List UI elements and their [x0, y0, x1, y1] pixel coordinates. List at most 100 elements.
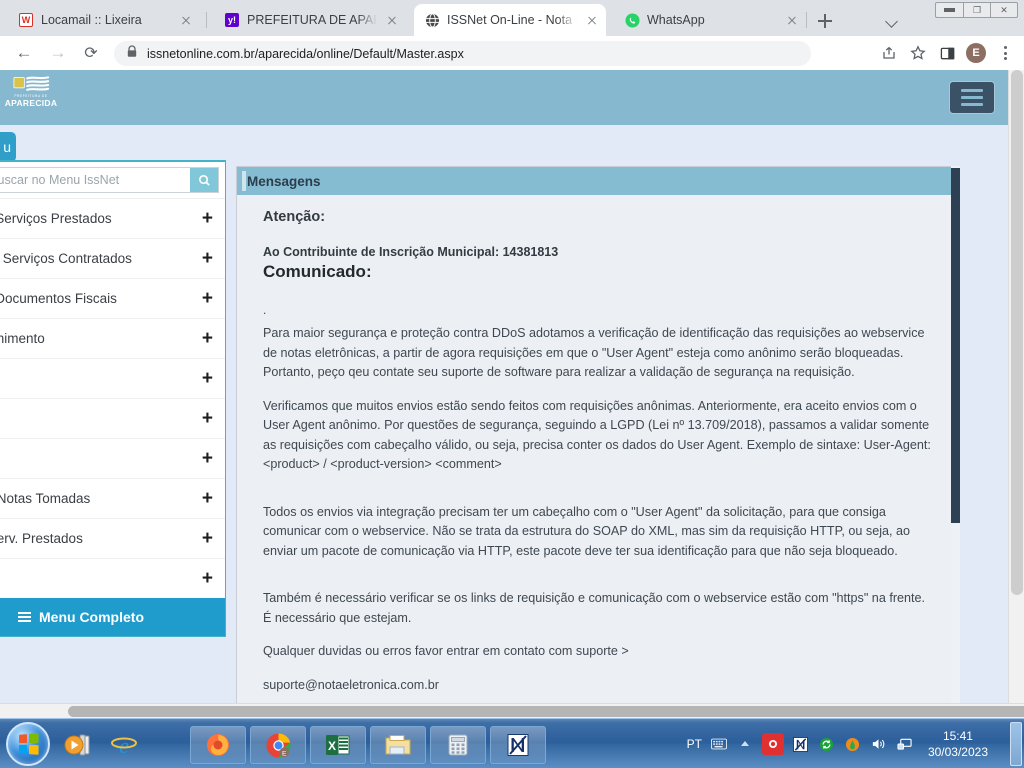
sidebar-item-label: ISSQN Notas Tomadas: [0, 491, 91, 506]
nfe-tray-icon[interactable]: [792, 735, 810, 753]
plus-icon[interactable]: +: [202, 289, 213, 308]
plus-icon[interactable]: +: [202, 489, 213, 508]
site-menu-toggle-button[interactable]: [949, 81, 995, 114]
volume-icon[interactable]: [870, 735, 888, 753]
sidebar-item-6[interactable]: etrônica +: [0, 438, 225, 478]
sidebar-item-8[interactable]: o dos Serv. Prestados +: [0, 518, 225, 558]
close-window-button[interactable]: ✕: [990, 3, 1017, 17]
reload-button[interactable]: ⟳: [79, 41, 103, 65]
sidebar-item-7[interactable]: ISSQN Notas Tomadas +: [0, 478, 225, 518]
menu-completo-label: Menu Completo: [39, 609, 144, 625]
sidebar-item-2[interactable]: ção de Documentos Fiscais +: [0, 278, 225, 318]
plus-icon[interactable]: +: [202, 249, 213, 268]
flag-graphic: [13, 76, 50, 91]
sidebar-item-label: ção de Serviços Prestados: [0, 211, 112, 226]
keyboard-icon[interactable]: [710, 735, 728, 753]
close-icon[interactable]: [178, 12, 194, 28]
browser-tab-2[interactable]: ISSNet On-Line - Nota El: [414, 4, 606, 36]
message-paragraph-3: Também é necessário verificar se os link…: [263, 591, 926, 625]
plus-icon[interactable]: +: [202, 449, 213, 468]
new-tab-button[interactable]: [812, 8, 838, 34]
browser-toolbar: ← → ⟳ issnetonline.com.br/aparecida/onli…: [0, 36, 1024, 70]
svg-text:e: e: [119, 733, 129, 758]
forward-button[interactable]: →: [46, 41, 70, 65]
sidebar-search-row: S.net: [0, 162, 225, 198]
support-email[interactable]: suporte@notaeletronica.com.br: [263, 676, 935, 696]
sync-icon[interactable]: [818, 735, 836, 753]
bookmark-star-icon[interactable]: [905, 41, 931, 65]
message-paragraph-0: Para maior segurança e proteção contra D…: [263, 326, 925, 380]
share-icon[interactable]: [876, 41, 902, 65]
plus-icon[interactable]: +: [202, 569, 213, 588]
calculator-taskbar-button[interactable]: [430, 726, 486, 764]
menu-tab-pill[interactable]: u: [0, 132, 16, 162]
excel-taskbar-button[interactable]: X: [310, 726, 366, 764]
file-explorer-taskbar-button[interactable]: [370, 726, 426, 764]
windows-media-player-icon[interactable]: [60, 727, 96, 763]
close-icon[interactable]: [784, 12, 800, 28]
panel-scrollbar[interactable]: [951, 166, 960, 712]
address-bar[interactable]: issnetonline.com.br/aparecida/online/Def…: [114, 41, 811, 66]
mensagens-panel: Mensagens Atenção: Ao Contribuinte de In…: [236, 166, 958, 712]
page-vertical-scrollbar-thumb[interactable]: [1011, 70, 1023, 595]
page-horizontal-scrollbar[interactable]: [0, 703, 1024, 718]
menu-pill-label: u: [3, 139, 11, 155]
sidebar-search-box[interactable]: [0, 167, 219, 193]
sidebar-item-4[interactable]: scal +: [0, 358, 225, 398]
windows-taskbar: e E X PT 15:41 30/03/2023: [0, 718, 1024, 768]
page-horizontal-scrollbar-thumb[interactable]: [68, 706, 1024, 717]
browser-tab-1[interactable]: y! PREFEITURA DE APARECI: [214, 4, 406, 36]
browser-tab-3[interactable]: WhatsApp: [614, 4, 806, 36]
show-hidden-icons-icon[interactable]: [736, 735, 754, 753]
sidebar-item-1[interactable]: ação de Serviços Contratados +: [0, 238, 225, 278]
sidebar-item-9[interactable]: +: [0, 558, 225, 598]
search-icon[interactable]: [190, 168, 218, 192]
google-chrome-taskbar-button[interactable]: E: [250, 726, 306, 764]
minimize-button[interactable]: [936, 3, 963, 17]
sidebar-item-3[interactable]: e Recolhimento +: [0, 318, 225, 358]
quick-launch-bar: e: [60, 727, 142, 763]
city-flag-icon: PREFEITURA DE APARECIDA: [5, 75, 57, 120]
page-vertical-scrollbar[interactable]: [1008, 70, 1024, 718]
firefox-taskbar-button[interactable]: [190, 726, 246, 764]
maximize-button[interactable]: ❐: [963, 3, 990, 17]
plus-icon[interactable]: +: [202, 529, 213, 548]
internet-explorer-icon[interactable]: e: [106, 727, 142, 763]
language-indicator[interactable]: PT: [687, 737, 702, 751]
sidebar-item-5[interactable]: Opções +: [0, 398, 225, 438]
svg-text:X: X: [328, 739, 336, 753]
taskbar-running-apps: E X: [190, 726, 546, 764]
sidebar-item-0[interactable]: ção de Serviços Prestados +: [0, 198, 225, 238]
updater-icon[interactable]: [844, 735, 862, 753]
close-icon[interactable]: [384, 12, 400, 28]
plus-icon[interactable]: +: [202, 369, 213, 388]
close-icon[interactable]: [584, 12, 600, 28]
nfe-app-taskbar-button[interactable]: [490, 726, 546, 764]
network-icon[interactable]: [896, 735, 914, 753]
start-button[interactable]: [6, 722, 50, 766]
browser-tab-0[interactable]: W Locamail :: Lixeira: [8, 4, 200, 36]
system-tray: PT 15:41 30/03/2023: [687, 719, 988, 768]
hamburger-bar: [961, 103, 983, 106]
panel-scrollbar-thumb[interactable]: [951, 168, 960, 523]
back-button[interactable]: ←: [12, 41, 36, 65]
hamburger-bar: [961, 89, 983, 92]
plus-icon[interactable]: +: [202, 209, 213, 228]
message-paragraph-2: Todos os envios via integração precisam …: [263, 504, 911, 558]
taskbar-clock[interactable]: 15:41 30/03/2023: [928, 728, 988, 760]
search-input[interactable]: [0, 168, 190, 192]
show-desktop-button[interactable]: [1010, 722, 1022, 766]
hamburger-bar: [961, 96, 983, 99]
side-panel-icon[interactable]: [934, 41, 960, 65]
avatar: E: [966, 43, 986, 63]
browser-menu-button[interactable]: [992, 41, 1018, 65]
chevron-down-icon[interactable]: [880, 8, 906, 34]
page-viewport: PREFEITURA DE APARECIDA u S.net: [0, 70, 1024, 718]
menu-completo-button[interactable]: Menu Completo: [0, 598, 225, 636]
plus-icon[interactable]: +: [202, 329, 213, 348]
recording-icon[interactable]: [761, 733, 784, 755]
plus-icon[interactable]: +: [202, 409, 213, 428]
svg-text:E: E: [282, 750, 287, 757]
profile-avatar[interactable]: E: [963, 41, 989, 65]
